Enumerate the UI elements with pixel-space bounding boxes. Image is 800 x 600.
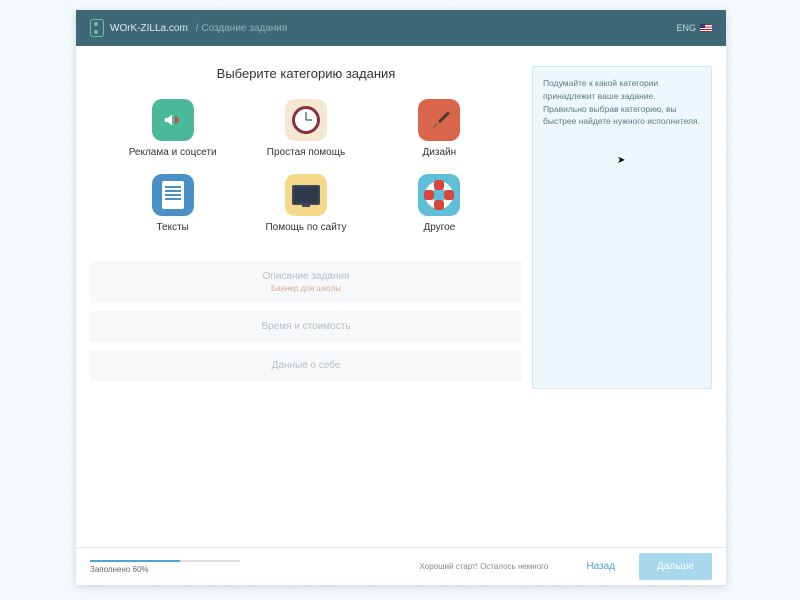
progress-label: Заполнено 60% (90, 565, 240, 574)
app-window: WOrK-ZILLa.com / Создание задания ENG Вы… (76, 10, 726, 585)
category-label: Тексты (156, 222, 188, 233)
category-simple-help[interactable]: Простая помощь (243, 95, 368, 162)
status-message: Хороший старт! Осталось немного (420, 562, 549, 571)
monitor-icon (285, 174, 327, 216)
category-design[interactable]: Дизайн (377, 95, 502, 162)
category-label: Реклама и соцсети (129, 147, 217, 158)
category-grid: Реклама и соцсети Простая помощь Дизайн (90, 95, 522, 237)
category-label: Дизайн (423, 147, 457, 158)
category-section: Выберите категорию задания Реклама и соц… (90, 60, 522, 389)
lang-label: ENG (676, 23, 696, 33)
clock-icon (285, 99, 327, 141)
category-label: Помощь по сайту (265, 222, 346, 233)
section-personal-data[interactable]: Данные о себе (90, 350, 522, 381)
document-icon (152, 174, 194, 216)
category-advertising[interactable]: Реклама и соцсети (110, 95, 235, 162)
category-texts[interactable]: Тексты (110, 170, 235, 237)
category-website-help[interactable]: Помощь по сайту (243, 170, 368, 237)
progress-fill (90, 560, 180, 562)
section-time-cost[interactable]: Время и стоимость (90, 311, 522, 342)
logo[interactable]: WOrK-ZILLa.com (90, 19, 188, 37)
header-bar: WOrK-ZILLa.com / Создание задания ENG (76, 10, 726, 46)
breadcrumb: / Создание задания (196, 23, 288, 34)
back-button[interactable]: Назад (568, 553, 633, 580)
megaphone-icon (152, 99, 194, 141)
collapsed-sections: Описание задания Баннер для школы Время … (90, 261, 522, 381)
category-label: Другое (423, 222, 455, 233)
brush-icon (418, 99, 460, 141)
progress: Заполнено 60% (90, 560, 240, 574)
language-switcher[interactable]: ENG (676, 23, 712, 33)
hint-tooltip: Подумайте к какой категории принадлежит … (532, 66, 712, 389)
category-label: Простая помощь (267, 147, 345, 158)
progress-bar (90, 560, 240, 562)
lifebuoy-icon (418, 174, 460, 216)
logo-icon (90, 19, 104, 37)
category-other[interactable]: Другое (377, 170, 502, 237)
body: Выберите категорию задания Реклама и соц… (76, 46, 726, 546)
footer-bar: Заполнено 60% Хороший старт! Осталось не… (76, 547, 726, 585)
section-description[interactable]: Описание задания Баннер для школы (90, 261, 522, 303)
next-button[interactable]: Дальше (639, 553, 712, 580)
flag-icon (700, 24, 712, 32)
logo-text: WOrK-ZILLa.com (110, 23, 188, 34)
section-title: Выберите категорию задания (90, 66, 522, 81)
